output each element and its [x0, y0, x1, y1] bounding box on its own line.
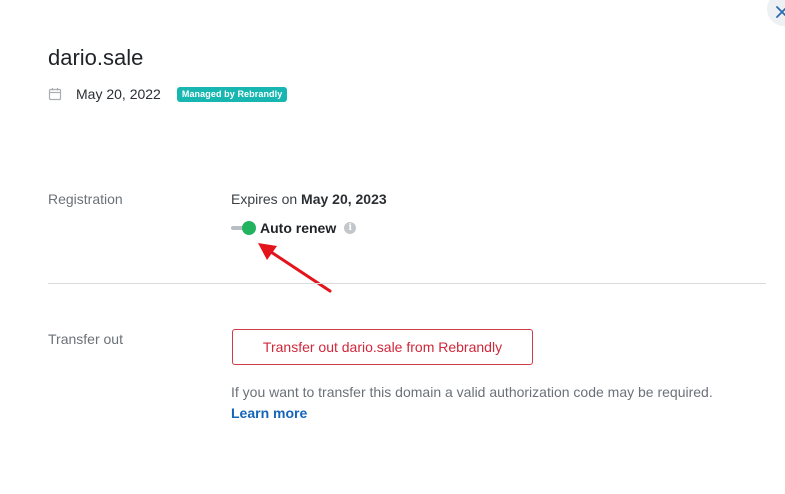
info-icon[interactable]: i: [344, 222, 357, 234]
transfer-out-label: Transfer out: [48, 331, 123, 347]
domain-title: dario.sale: [48, 45, 144, 70]
red-arrow-annotation: [258, 243, 332, 293]
auto-renew-row: Auto renew i: [231, 219, 357, 237]
calendar-icon: [48, 88, 62, 101]
transfer-out-button[interactable]: Transfer out dario.sale from Rebrandly: [232, 329, 533, 365]
expiration-info: Expires on May 20, 2023: [231, 191, 387, 207]
expires-prefix: Expires on: [231, 191, 298, 207]
auto-renew-label: Auto renew: [260, 220, 337, 236]
close-icon: [776, 6, 785, 18]
managed-badge: Managed by Rebrandly: [176, 86, 288, 102]
registration-label: Registration: [48, 191, 123, 207]
section-divider: [48, 283, 766, 284]
learn-more-link[interactable]: Learn more: [231, 405, 307, 421]
creation-date: May 20, 2022: [76, 86, 161, 102]
toggle-knob: [242, 221, 256, 235]
domain-meta: May 20, 2022 Managed by Rebrandly: [48, 84, 288, 104]
close-button[interactable]: [767, 0, 785, 26]
transfer-help-text: If you want to transfer this domain a va…: [231, 384, 713, 400]
auto-renew-toggle[interactable]: [231, 221, 256, 235]
expires-date: May 20, 2023: [301, 191, 387, 207]
